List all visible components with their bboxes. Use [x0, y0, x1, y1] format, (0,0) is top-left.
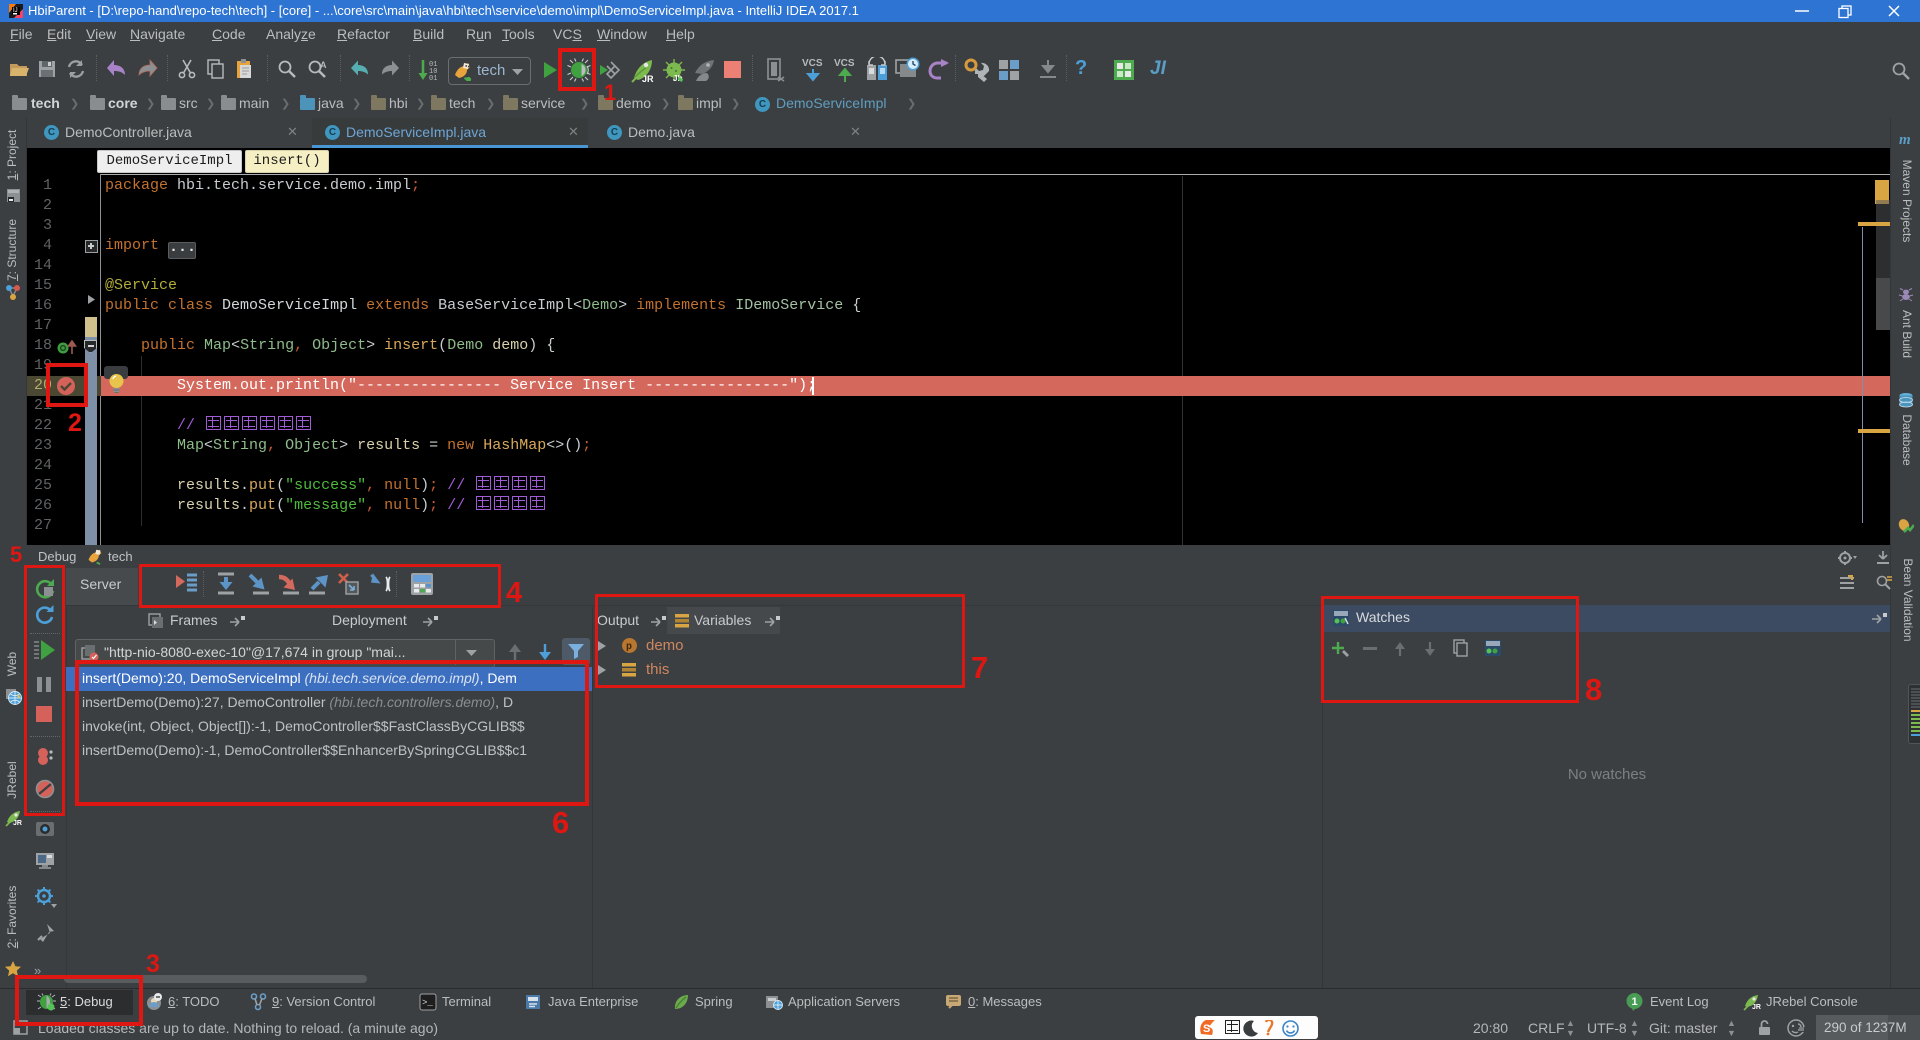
svg-text:JR: JR — [642, 74, 654, 84]
svg-text:VCS: VCS — [802, 58, 823, 69]
svg-text:1: 1 — [1632, 996, 1638, 1008]
svg-text:JR: JR — [1752, 1004, 1761, 1011]
svg-text:IJ: IJ — [13, 8, 18, 14]
svg-text:m: m — [1899, 132, 1911, 146]
svg-text:JR: JR — [13, 820, 22, 827]
svg-text:VCS: VCS — [834, 58, 855, 69]
svg-text:p: p — [626, 642, 632, 653]
svg-text:>_: >_ — [422, 998, 433, 1008]
svg-text:S: S — [1203, 1023, 1210, 1035]
svg-text:01: 01 — [429, 75, 437, 82]
svg-text:A: A — [320, 60, 327, 70]
